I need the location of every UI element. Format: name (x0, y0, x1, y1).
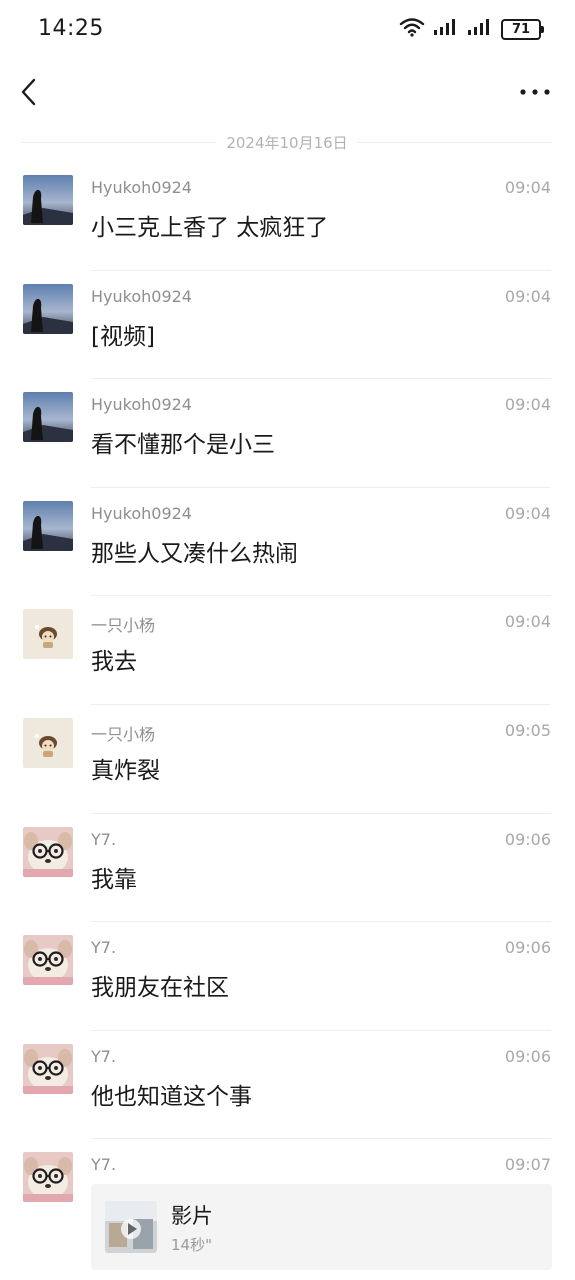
battery-icon: 71 (501, 18, 544, 40)
video-title: 影片 (171, 1204, 213, 1228)
date-label: 2024年10月16日 (226, 133, 348, 152)
message-text[interactable]: 小三克上香了 太疯狂了 (91, 208, 328, 242)
sender-name: Y7. (91, 938, 117, 958)
message-text[interactable]: 那些人又凑什么热闹 (91, 534, 298, 568)
video-thumbnail (105, 1201, 157, 1253)
message-text[interactable]: [视频] (91, 317, 155, 351)
message-item: Hyukoh0924 09:04 那些人又凑什么热闹 (0, 488, 575, 597)
sender-name: Hyukoh0924 (91, 503, 192, 523)
sender-name: Hyukoh0924 (91, 395, 192, 415)
signal-icon (467, 17, 493, 41)
sender-name: 一只小杨 (91, 616, 156, 636)
wifi-icon (399, 17, 425, 41)
message-item: Y7. 09:06 他也知道这个事 (0, 1031, 575, 1140)
message-list: Hyukoh0924 09:04 小三克上香了 太疯狂了 Hyukoh0924 … (0, 162, 575, 1248)
avatar[interactable] (23, 826, 73, 877)
more-horizontal-icon (515, 89, 555, 114)
message-time: 09:04 (504, 612, 551, 632)
date-divider: 2024年10月16日 (22, 130, 553, 154)
message-text[interactable]: 看不懂那个是小三 (91, 425, 275, 459)
back-button[interactable] (14, 74, 44, 110)
sender-name: Y7. (91, 1046, 117, 1066)
message-time: 09:07 (504, 1155, 551, 1175)
message-text[interactable]: 我靠 (91, 860, 137, 894)
divider-line (22, 141, 217, 143)
divider-line (357, 141, 553, 143)
message-item: 一只小杨 09:04 我去 (0, 596, 575, 705)
video-message-card[interactable]: 影片 14秒" (91, 1184, 552, 1270)
message-text[interactable]: 真炸裂 (91, 751, 160, 785)
avatar[interactable] (23, 717, 73, 768)
avatar[interactable] (23, 175, 73, 225)
message-item: Hyukoh0924 09:04 看不懂那个是小三 (0, 379, 575, 488)
avatar[interactable] (23, 392, 73, 443)
avatar[interactable] (23, 283, 73, 334)
message-time: 09:06 (504, 938, 551, 958)
sender-name: 一只小杨 (91, 724, 156, 744)
more-button[interactable] (515, 74, 555, 110)
message-text[interactable]: 我朋友在社区 (91, 968, 229, 1002)
message-time: 09:04 (504, 395, 551, 415)
nav-bar (0, 62, 575, 122)
message-time: 09:04 (504, 178, 551, 197)
message-item: Hyukoh0924 09:04 小三克上香了 太疯狂了 (0, 162, 575, 271)
message-item: 一只小杨 09:05 真炸裂 (0, 705, 575, 814)
message-time: 09:06 (504, 829, 551, 849)
status-time: 14:25 (38, 16, 104, 41)
chevron-left-icon (14, 78, 44, 114)
status-icons: 71 (399, 17, 544, 41)
avatar[interactable] (23, 1152, 73, 1203)
video-duration: 14秒" (171, 1236, 212, 1254)
sender-name: Hyukoh0924 (91, 286, 192, 306)
sender-name: Y7. (91, 829, 117, 849)
avatar[interactable] (23, 935, 73, 986)
signal-icon (433, 17, 459, 41)
avatar[interactable] (23, 500, 73, 551)
sender-name: Hyukoh0924 (91, 178, 192, 197)
message-time: 09:05 (504, 720, 551, 740)
avatar[interactable] (23, 609, 73, 660)
sender-name: Y7. (91, 1155, 117, 1175)
message-text[interactable]: 他也知道这个事 (91, 1077, 252, 1111)
message-item: Y7. 09:06 我朋友在社区 (0, 922, 575, 1031)
message-text[interactable]: 我去 (91, 642, 137, 676)
message-time: 09:04 (504, 503, 551, 523)
avatar[interactable] (23, 1043, 73, 1094)
message-item: Hyukoh0924 09:04 [视频] (0, 271, 575, 380)
message-item: Y7. 09:06 我靠 (0, 814, 575, 923)
message-time: 09:06 (504, 1046, 551, 1066)
message-time: 09:04 (504, 286, 551, 306)
status-bar: 14:25 71 (0, 0, 575, 60)
